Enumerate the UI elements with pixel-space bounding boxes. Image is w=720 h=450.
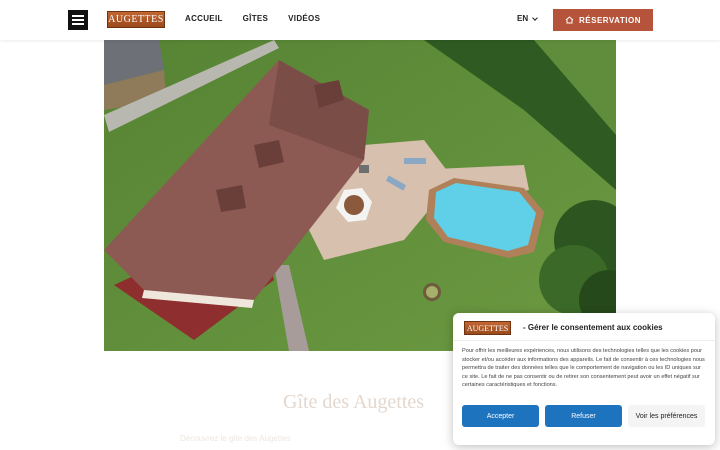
logo-text: AUGETTES: [108, 14, 164, 25]
language-selector[interactable]: EN: [517, 14, 538, 23]
main-nav: ACCUEIL GÎTES VIDÉOS: [185, 14, 320, 23]
home-icon: [565, 16, 574, 24]
accept-cookies-button[interactable]: Accepter: [462, 405, 539, 427]
cookie-consent-dialog: AUGETTES - Gérer le consentement aux coo…: [453, 313, 715, 445]
hero-aerial-image: [104, 40, 616, 351]
refuse-cookies-button[interactable]: Refuser: [545, 405, 622, 427]
hamburger-menu-button[interactable]: [68, 10, 88, 30]
reservation-button[interactable]: RÉSERVATION: [553, 9, 653, 31]
hamburger-icon: [72, 15, 84, 17]
page-title: Gîte des Augettes: [283, 391, 425, 413]
site-logo[interactable]: AUGETTES: [107, 11, 165, 28]
site-header: AUGETTES ACCUEIL GÎTES VIDÉOS EN RÉSERVA…: [0, 0, 720, 40]
language-label: EN: [517, 14, 529, 23]
view-preferences-button[interactable]: Voir les préférences: [628, 405, 705, 427]
nav-link-videos[interactable]: VIDÉOS: [288, 14, 320, 23]
reservation-label: RÉSERVATION: [579, 15, 641, 25]
nav-link-accueil[interactable]: ACCUEIL: [185, 14, 223, 23]
cookie-title: - Gérer le consentement aux cookies: [523, 323, 663, 332]
cookie-logo: AUGETTES: [464, 321, 511, 335]
nav-link-gites[interactable]: GÎTES: [243, 14, 269, 23]
page-subtitle: Découvrez le gîte des Augettes: [180, 434, 291, 443]
divider: [453, 340, 715, 341]
cookie-body-text: Pour offrir les meilleures expériences, …: [462, 348, 705, 388]
chevron-down-icon: [532, 14, 538, 21]
cookie-logo-text: AUGETTES: [466, 323, 509, 333]
